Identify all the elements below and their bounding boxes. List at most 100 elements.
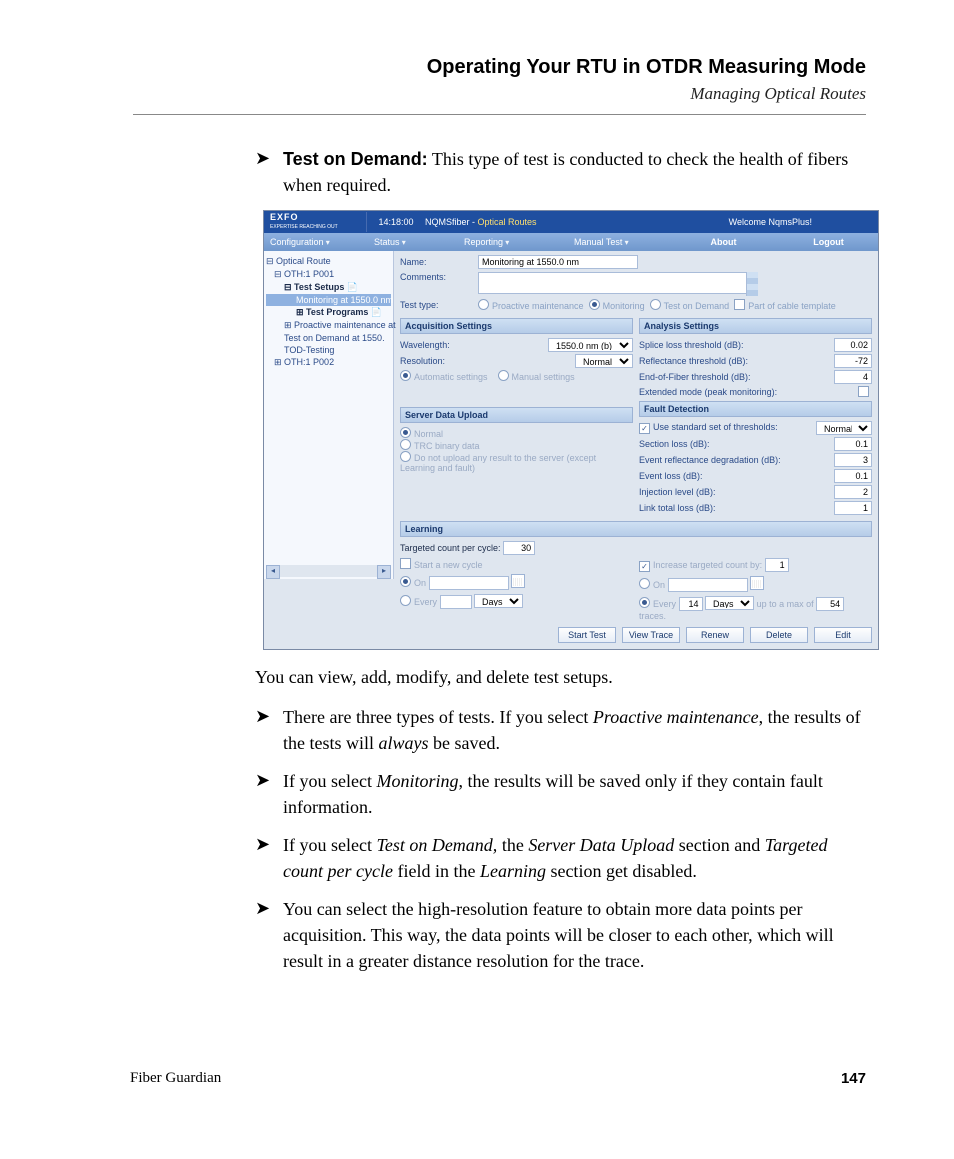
on-date-right[interactable] xyxy=(668,578,748,592)
label-wavelength: Wavelength: xyxy=(400,340,450,350)
radio-upload-none[interactable] xyxy=(400,451,411,462)
tree-item[interactable]: ⊟ Test Setups 📄 xyxy=(266,281,391,294)
radio-monitoring[interactable] xyxy=(589,299,600,310)
every-unit-left[interactable]: Days xyxy=(474,594,523,608)
page-subtitle: Managing Optical Routes xyxy=(690,84,866,104)
radio-auto-settings[interactable] xyxy=(400,370,411,381)
splice-input[interactable] xyxy=(834,338,872,352)
label-reflectance: Reflectance threshold (dB): xyxy=(639,356,748,366)
label-extended: Extended mode (peak monitoring): xyxy=(639,387,777,397)
label-link-loss: Link total loss (dB): xyxy=(639,503,716,513)
welcome-text: Welcome NqmsPlus! xyxy=(729,217,872,227)
menu-manual-test[interactable]: Manual Test xyxy=(568,237,668,247)
increase-by-input[interactable] xyxy=(765,558,789,572)
event-loss-input[interactable] xyxy=(834,469,872,483)
radio-upload-normal[interactable] xyxy=(400,427,411,438)
section-analysis: Analysis Settings xyxy=(639,318,872,334)
view-trace-button[interactable]: View Trace xyxy=(622,627,680,643)
calendar-icon[interactable] xyxy=(511,574,525,588)
injection-input[interactable] xyxy=(834,485,872,499)
arrow-icon: ➤ xyxy=(255,768,283,820)
start-test-button[interactable]: Start Test xyxy=(558,627,616,643)
radio-every-right[interactable] xyxy=(639,597,650,608)
std-threshold-select[interactable]: Normal xyxy=(816,421,872,435)
bullet-text: If you select Test on Demand, the Server… xyxy=(283,832,866,884)
every-value-right[interactable] xyxy=(679,597,703,611)
check-std-thresholds[interactable] xyxy=(639,423,650,434)
radio-manual-settings[interactable] xyxy=(498,370,509,381)
tree-scrollbar[interactable]: ◂▸ xyxy=(266,565,391,577)
menu-status[interactable]: Status xyxy=(368,237,458,247)
menubar: Configuration Status Reporting Manual Te… xyxy=(264,233,878,251)
on-date-left[interactable] xyxy=(429,576,509,590)
tree-item[interactable]: Test on Demand at 1550. xyxy=(266,332,391,344)
add-icon[interactable]: 📄 xyxy=(347,282,358,292)
radio-upload-trc[interactable] xyxy=(400,439,411,450)
edit-button[interactable]: Edit xyxy=(814,627,872,643)
check-increase[interactable] xyxy=(639,561,650,572)
tree-item[interactable]: ⊞ Test Programs 📄 xyxy=(266,306,391,319)
logo: EXFOEXPERTISE REACHING OUT xyxy=(270,212,367,232)
tree-item-selected[interactable]: Monitoring at 1550.0 nm xyxy=(266,294,391,306)
erd-input[interactable] xyxy=(834,453,872,467)
tree-item[interactable]: ⊟ Optical Route xyxy=(266,255,391,268)
label-event-loss: Event loss (dB): xyxy=(639,471,703,481)
every-unit-right[interactable]: Days xyxy=(705,596,754,610)
label-name: Name: xyxy=(400,257,478,267)
add-icon[interactable]: 📄 xyxy=(371,307,382,317)
max-traces-input[interactable] xyxy=(816,597,844,611)
footer-product: Fiber Guardian xyxy=(130,1070,221,1087)
menu-about[interactable]: About xyxy=(668,237,773,247)
arrow-icon: ➤ xyxy=(255,146,283,198)
section-acquisition: Acquisition Settings xyxy=(400,318,633,334)
radio-every-left[interactable] xyxy=(400,595,411,606)
bullet-text: You can select the high-resolution featu… xyxy=(283,896,866,974)
eof-input[interactable] xyxy=(834,370,872,384)
tree-item[interactable]: TOD-Testing xyxy=(266,344,391,356)
title-divider xyxy=(133,114,866,115)
check-template[interactable] xyxy=(734,299,745,310)
label-target-count: Targeted count per cycle: xyxy=(400,543,501,553)
body-paragraph: You can view, add, modify, and delete te… xyxy=(255,664,866,690)
comments-input[interactable] xyxy=(478,272,758,294)
arrow-icon: ➤ xyxy=(255,832,283,884)
radio-proactive[interactable] xyxy=(478,299,489,310)
tree-panel: ⊟ Optical Route ⊟ OTH:1 P001 ⊟ Test Setu… xyxy=(264,251,394,579)
calendar-icon[interactable] xyxy=(750,576,764,590)
delete-button[interactable]: Delete xyxy=(750,627,808,643)
radio-on-right[interactable] xyxy=(639,578,650,589)
radio-on-left[interactable] xyxy=(400,576,411,587)
tree-item[interactable]: ⊟ OTH:1 P001 xyxy=(266,268,391,281)
check-extended[interactable] xyxy=(858,386,869,397)
app-screenshot: EXFOEXPERTISE REACHING OUT 14:18:00 NQMS… xyxy=(263,210,879,650)
renew-button[interactable]: Renew xyxy=(686,627,744,643)
label-erd: Event reflectance degradation (dB): xyxy=(639,455,781,465)
target-count-input[interactable] xyxy=(503,541,535,555)
section-upload: Server Data Upload xyxy=(400,407,633,423)
label-section-loss: Section loss (dB): xyxy=(639,439,710,449)
every-value-left[interactable] xyxy=(440,595,472,609)
section-loss-input[interactable] xyxy=(834,437,872,451)
name-input[interactable] xyxy=(478,255,638,269)
menu-logout[interactable]: Logout xyxy=(773,237,878,247)
breadcrumb: NQMSfiber - Optical Routes xyxy=(425,217,729,227)
wavelength-select[interactable]: 1550.0 nm (b) xyxy=(548,338,633,352)
menu-reporting[interactable]: Reporting xyxy=(458,237,568,247)
bullet-text: There are three types of tests. If you s… xyxy=(283,704,866,756)
tree-item[interactable]: ⊞ Proactive maintenance at xyxy=(266,319,391,332)
resolution-select[interactable]: Normal xyxy=(575,354,633,368)
radio-tod[interactable] xyxy=(650,299,661,310)
tree-item[interactable]: ⊞ OTH:1 P002 xyxy=(266,356,391,369)
label-eof: End-of-Fiber threshold (dB): xyxy=(639,372,751,382)
bullet-text: If you select Monitoring, the results wi… xyxy=(283,768,866,820)
check-start-cycle[interactable] xyxy=(400,558,411,569)
label-test-type: Test type: xyxy=(400,300,478,310)
arrow-icon: ➤ xyxy=(255,896,283,974)
menu-configuration[interactable]: Configuration xyxy=(264,237,368,247)
link-loss-input[interactable] xyxy=(834,501,872,515)
arrow-icon: ➤ xyxy=(255,704,283,756)
label-injection: Injection level (dB): xyxy=(639,487,716,497)
label-resolution: Resolution: xyxy=(400,356,445,366)
reflectance-input[interactable] xyxy=(834,354,872,368)
bullet-text: Test on Demand: This type of test is con… xyxy=(283,146,866,198)
